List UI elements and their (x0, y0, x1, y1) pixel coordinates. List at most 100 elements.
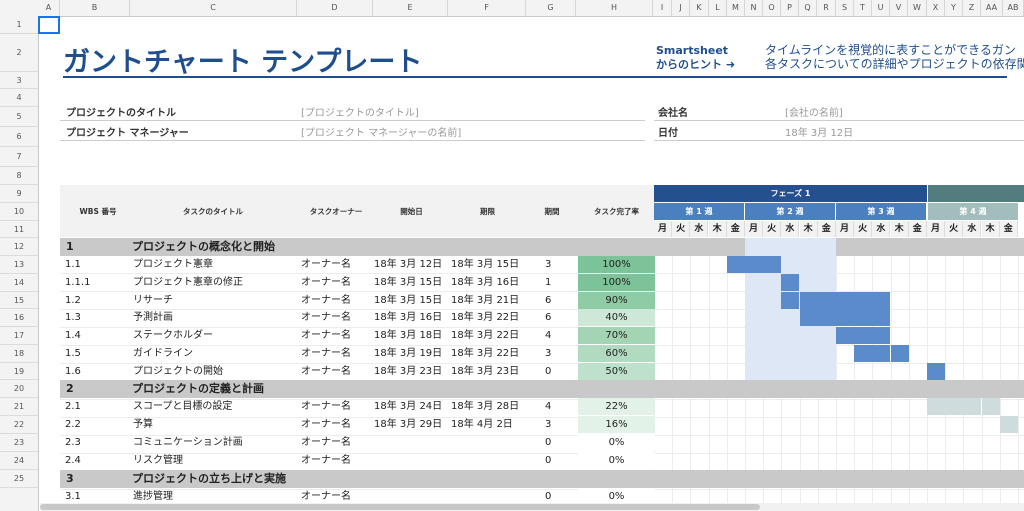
task-start[interactable]: 18年 3月 15日 (374, 292, 442, 310)
row-header-5[interactable]: 5 (0, 107, 38, 127)
date-field[interactable]: 18年 3月 12日 (785, 124, 853, 139)
row-header-22[interactable]: 22 (0, 416, 38, 434)
column-header-p[interactable]: P (781, 0, 799, 16)
task-start[interactable]: 18年 3月 29日 (374, 416, 442, 434)
column-header-s[interactable]: S (836, 0, 854, 16)
task-pct[interactable]: 50% (578, 363, 655, 380)
task-title[interactable]: プロジェクトの開始 (133, 363, 223, 381)
row-header-23[interactable]: 23 (0, 434, 38, 452)
task-title[interactable]: ステークホルダー (133, 327, 213, 345)
row-header-3[interactable]: 3 (0, 72, 38, 89)
column-header-l[interactable]: L (709, 0, 727, 16)
row-header-2[interactable]: 2 (0, 34, 38, 72)
gantt-bar-cell[interactable] (872, 292, 890, 309)
task-title[interactable]: リスク管理 (133, 452, 183, 470)
column-header-m[interactable]: M (727, 0, 745, 16)
gantt-bar-cell[interactable] (836, 292, 854, 309)
task-pct[interactable]: 70% (578, 327, 655, 344)
task-due[interactable]: 18年 3月 23日 (451, 363, 519, 381)
table-row[interactable]: 2.1 スコープと目標の設定 オーナー名 18年 3月 24日 18年 3月 28日 4 2… (60, 398, 655, 416)
task-owner[interactable]: オーナー名 (301, 274, 351, 292)
column-header-r[interactable]: R (817, 0, 836, 16)
gantt-bar-cell[interactable] (872, 309, 890, 326)
row-header-21[interactable]: 21 (0, 398, 38, 416)
task-start[interactable]: 18年 3月 18日 (374, 327, 442, 345)
task-owner[interactable]: オーナー名 (301, 345, 351, 363)
task-title[interactable]: 予測計画 (133, 309, 173, 327)
row-header-18[interactable]: 18 (0, 345, 38, 363)
task-pct[interactable]: 22% (578, 398, 655, 415)
table-row[interactable]: 1.1 プロジェクト憲章 オーナー名 18年 3月 12日 18年 3月 15日 3 100… (60, 256, 655, 274)
row-header-25[interactable]: 25 (0, 470, 38, 488)
task-title[interactable]: スコープと目標の設定 (133, 398, 232, 416)
task-due[interactable]: 18年 3月 21日 (451, 292, 519, 310)
column-header-y[interactable]: Y (945, 0, 963, 16)
column-header-o[interactable]: O (763, 0, 781, 16)
table-row[interactable]: 2.2 予算 オーナー名 18年 3月 29日 18年 4月 2日 3 16% (60, 416, 655, 434)
horizontal-scrollbar[interactable] (40, 503, 1024, 511)
row-header-20[interactable]: 20 (0, 380, 38, 398)
table-row[interactable]: 1.3 予測計画 オーナー名 18年 3月 16日 18年 3月 22日 6 40% (60, 309, 655, 327)
task-start[interactable]: 18年 3月 16日 (374, 309, 442, 327)
task-owner[interactable]: オーナー名 (301, 398, 351, 416)
gantt-bar-cell[interactable] (854, 327, 872, 344)
column-header-b[interactable]: B (60, 0, 130, 16)
task-title[interactable]: ガイドライン (133, 345, 193, 363)
gantt-bar-cell[interactable] (836, 309, 854, 326)
task-title[interactable]: プロジェクト憲章 (133, 256, 213, 274)
task-due[interactable]: 18年 3月 22日 (451, 345, 519, 363)
column-header-h[interactable]: H (576, 0, 653, 16)
scroll-thumb[interactable] (40, 504, 760, 510)
gantt-bar-cell[interactable] (781, 292, 799, 309)
column-header-k[interactable]: K (690, 0, 709, 16)
task-pct[interactable]: 0% (578, 452, 655, 469)
column-header-d[interactable]: D (297, 0, 373, 16)
table-row[interactable]: 1.1.1 プロジェクト憲章の修正 オーナー名 18年 3月 15日 18年 3月 16… (60, 274, 655, 292)
table-row[interactable]: 1.2 リサーチ オーナー名 18年 3月 15日 18年 3月 21日 6 90% (60, 292, 655, 310)
row-header-19[interactable]: 19 (0, 363, 38, 380)
smartsheet-tip[interactable]: Smartsheet からのヒント ➜ (656, 44, 735, 72)
row-header-9[interactable]: 9 (0, 185, 38, 203)
task-pct[interactable]: 100% (578, 274, 655, 291)
row-header-6[interactable]: 6 (0, 127, 38, 147)
task-owner[interactable]: オーナー名 (301, 327, 351, 345)
gantt-bar-cell[interactable] (800, 309, 818, 326)
row-header-4[interactable]: 4 (0, 89, 38, 107)
gantt-bar-cell[interactable] (854, 309, 872, 326)
column-header-i[interactable]: I (653, 0, 672, 16)
gantt-bar-cell[interactable] (982, 398, 1000, 415)
task-due[interactable]: 18年 3月 16日 (451, 274, 519, 292)
task-pct[interactable]: 0% (578, 434, 655, 451)
column-header-aa[interactable]: AA (981, 0, 1003, 16)
sheet-grid[interactable]: ガントチャート テンプレート Smartsheet からのヒント ➜ タイムライ… (38, 16, 1024, 511)
task-start[interactable]: 18年 3月 24日 (374, 398, 442, 416)
task-due[interactable]: 18年 3月 22日 (451, 309, 519, 327)
gantt-bar-cell[interactable] (818, 309, 836, 326)
column-header-z[interactable]: Z (963, 0, 981, 16)
column-header-e[interactable]: E (373, 0, 448, 16)
table-row[interactable]: 1.4 ステークホルダー オーナー名 18年 3月 18日 18年 3月 22日 4 70% (60, 327, 655, 345)
row-header-17[interactable]: 17 (0, 327, 38, 345)
gantt-bar-cell[interactable] (854, 345, 872, 362)
column-header-x[interactable]: X (927, 0, 945, 16)
gantt-bar-cell[interactable] (927, 363, 945, 380)
row-header-8[interactable]: 8 (0, 167, 38, 185)
task-due[interactable]: 18年 3月 28日 (451, 398, 519, 416)
task-owner[interactable]: オーナー名 (301, 256, 351, 274)
task-start[interactable]: 18年 3月 23日 (374, 363, 442, 381)
row-header-16[interactable]: 16 (0, 309, 38, 327)
column-header-w[interactable]: W (908, 0, 927, 16)
column-header-n[interactable]: N (745, 0, 763, 16)
gantt-bar-cell[interactable] (745, 256, 763, 273)
task-title[interactable]: リサーチ (133, 292, 173, 310)
gantt-bar-cell[interactable] (836, 327, 854, 344)
gantt-bar-cell[interactable] (927, 398, 945, 415)
gantt-bar-cell[interactable] (727, 256, 745, 273)
gantt-bar-cell[interactable] (872, 345, 890, 362)
task-start[interactable]: 18年 3月 12日 (374, 256, 442, 274)
gantt-bar-cell[interactable] (781, 274, 799, 291)
column-header-f[interactable]: F (448, 0, 526, 16)
task-pct[interactable]: 40% (578, 309, 655, 326)
selected-cell-a1[interactable] (38, 16, 60, 34)
gantt-bar-cell[interactable] (800, 292, 818, 309)
